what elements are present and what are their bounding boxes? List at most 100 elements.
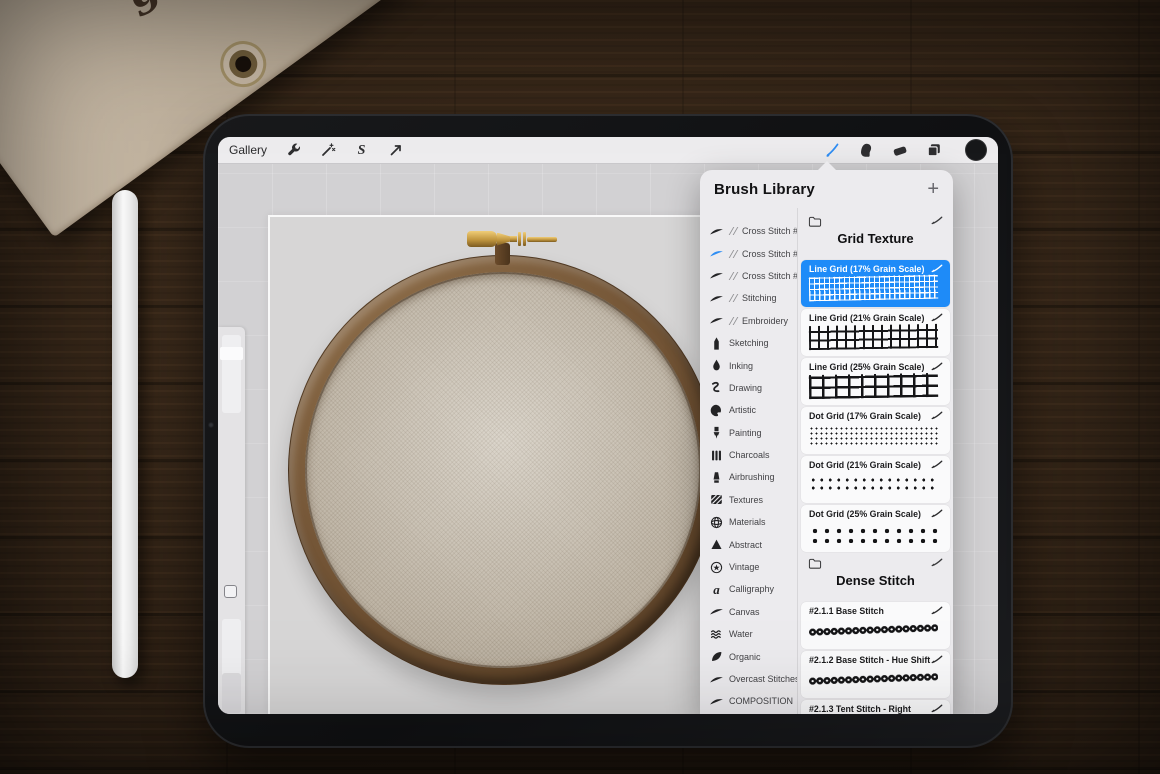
brush-name: #2.1.1 Base Stitch bbox=[809, 606, 884, 616]
brush-item[interactable]: Dot Grid (25% Grain Scale) bbox=[801, 505, 950, 552]
pen-sig-icon bbox=[931, 264, 943, 273]
stroke-icon bbox=[709, 314, 724, 327]
layers-tool[interactable] bbox=[925, 142, 942, 159]
brush-set-item[interactable]: COMPOSITION bbox=[700, 690, 797, 712]
brush-name: #2.1.3 Tent Stitch - Right bbox=[809, 704, 911, 714]
brush-set-item[interactable]: Artistic bbox=[700, 399, 797, 421]
hoop-brass-screw bbox=[467, 230, 571, 248]
pen-sig-icon bbox=[931, 606, 943, 615]
tag-handwriting: grid brushes bbox=[118, 0, 427, 19]
brush-set-label: Charcoals bbox=[729, 450, 770, 461]
pen-sig-icon bbox=[931, 313, 943, 322]
top-toolbar: Gallery S bbox=[218, 137, 998, 164]
toolbar-right-tools bbox=[823, 142, 942, 159]
brush-item[interactable]: Line Grid (21% Grain Scale) bbox=[801, 309, 950, 356]
paintbrush-icon bbox=[709, 426, 724, 439]
brush-set-item[interactable]: a Calligraphy bbox=[700, 578, 797, 600]
brush-item[interactable]: Dot Grid (21% Grain Scale) bbox=[801, 456, 950, 503]
brush-set-label: Water bbox=[729, 629, 753, 640]
brush-set-item[interactable]: Stitching bbox=[700, 287, 797, 309]
brush-stroke-preview bbox=[808, 323, 939, 351]
brush-set-label: Stitching bbox=[742, 293, 777, 304]
stitch-mark-icon bbox=[729, 227, 737, 235]
brush-set-label: COMPOSITION bbox=[729, 696, 794, 707]
brush-stroke-preview bbox=[808, 274, 939, 302]
brush-item[interactable]: Line Grid (17% Grain Scale) bbox=[801, 260, 950, 307]
smudge-icon bbox=[858, 142, 874, 158]
ink-drop-icon bbox=[709, 359, 724, 372]
brush-set-header: Grid Texture bbox=[801, 212, 950, 256]
pen-sig-icon bbox=[931, 704, 943, 713]
brush-item[interactable]: #2.1.1 Base Stitch bbox=[801, 602, 950, 649]
transform-tool[interactable] bbox=[387, 142, 404, 159]
triangle-icon bbox=[709, 538, 724, 551]
brush-set-item[interactable]: Materials bbox=[700, 511, 797, 533]
brush-set-label: Inking bbox=[729, 360, 754, 371]
brush-set-item[interactable]: Textures bbox=[700, 489, 797, 511]
stroke-icon bbox=[709, 695, 724, 708]
brush-set-item[interactable]: Vintage bbox=[700, 556, 797, 578]
brush-item[interactable]: Dot Grid (17% Grain Scale) bbox=[801, 407, 950, 454]
airbrush-icon bbox=[709, 471, 724, 484]
brush-set-label: Overcast Stitches bbox=[729, 674, 797, 684]
stroke-icon bbox=[709, 673, 724, 686]
stroke-icon bbox=[709, 225, 724, 238]
waves-icon bbox=[709, 628, 724, 641]
paint-brush-icon bbox=[824, 142, 840, 158]
brush-item[interactable]: Line Grid (25% Grain Scale) bbox=[801, 358, 950, 405]
brush-set-item[interactable]: Abstract bbox=[700, 533, 797, 555]
color-swatch[interactable] bbox=[965, 139, 987, 161]
brush-name: Dot Grid (21% Grain Scale) bbox=[809, 460, 921, 470]
brush-set-item[interactable]: Inking bbox=[700, 354, 797, 376]
sidebar-modify-button[interactable] bbox=[224, 585, 237, 598]
brush-set-label: Organic bbox=[729, 651, 761, 662]
eraser-tool[interactable] bbox=[891, 142, 908, 159]
hoop-linen-fabric bbox=[305, 272, 701, 668]
brush-set-label: Abstract bbox=[729, 539, 763, 550]
adjustments-icon bbox=[320, 142, 336, 158]
brush-item[interactable]: #2.1.2 Base Stitch - Hue Shift bbox=[801, 651, 950, 698]
brush-set-item[interactable]: Water bbox=[700, 623, 797, 645]
brush-set-item[interactable]: Painting bbox=[700, 422, 797, 444]
brush-set-label: Artistic bbox=[729, 405, 756, 416]
brush-stroke-preview bbox=[808, 671, 939, 687]
selection-tool[interactable]: S bbox=[353, 142, 370, 159]
brush-set-item[interactable]: Cross Stitch #3 bbox=[700, 265, 797, 287]
stroke-icon bbox=[709, 247, 724, 260]
brush-set-title: Dense Stitch bbox=[836, 573, 915, 588]
brush-set-item[interactable]: Sketching bbox=[700, 332, 797, 354]
eraser-icon bbox=[892, 142, 908, 158]
letter-a-icon: a bbox=[713, 581, 720, 597]
brush-item[interactable]: #2.1.3 Tent Stitch - Right bbox=[801, 700, 950, 714]
procreate-screen: Gallery S Brush Library + Cross Stitch #… bbox=[218, 137, 998, 714]
brush-set-item[interactable]: Cross Stitch #1 bbox=[700, 220, 797, 242]
brush-set-title: Grid Texture bbox=[837, 231, 914, 246]
stitch-mark-icon bbox=[729, 250, 737, 258]
add-brush-button[interactable]: + bbox=[927, 179, 939, 199]
sphere-icon bbox=[709, 516, 724, 529]
stroke-icon bbox=[709, 292, 724, 305]
charcoal-bars-icon bbox=[709, 449, 724, 462]
brush-set-item[interactable]: Canvas bbox=[700, 601, 797, 623]
brush-set-item[interactable]: Cross Stitch #2 bbox=[700, 242, 797, 264]
brush-library-panel: Brush Library + Cross Stitch #1 Cross Sti… bbox=[700, 161, 953, 714]
brush-set-item[interactable]: Organic bbox=[700, 645, 797, 667]
wrench-icon bbox=[286, 142, 302, 158]
brush-set-label: Sketching bbox=[729, 338, 769, 349]
brush-set-item[interactable]: Charcoals bbox=[700, 444, 797, 466]
adjustments-tool[interactable] bbox=[319, 142, 336, 159]
paint-brush-tool[interactable] bbox=[823, 142, 840, 159]
selection-icon: S bbox=[357, 143, 366, 158]
brush-set-item[interactable]: Drawing bbox=[700, 377, 797, 399]
wrench-tool[interactable] bbox=[285, 142, 302, 159]
brush-set-item[interactable]: Embroidery bbox=[700, 310, 797, 332]
brush-set-item[interactable]: Airbrushing bbox=[700, 466, 797, 488]
brush-set-label: Cross Stitch #3 bbox=[742, 270, 797, 281]
brush-set-label: Cross Stitch #2 bbox=[742, 248, 797, 259]
brush-set-item[interactable]: Overcast Stitches bbox=[700, 668, 797, 690]
brush-set-label: Embroidery bbox=[742, 315, 789, 326]
brush-name: #2.1.2 Base Stitch - Hue Shift bbox=[809, 655, 931, 665]
embroidery-hoop-artwork bbox=[288, 255, 718, 685]
gallery-button[interactable]: Gallery bbox=[229, 143, 267, 157]
smudge-tool[interactable] bbox=[857, 142, 874, 159]
